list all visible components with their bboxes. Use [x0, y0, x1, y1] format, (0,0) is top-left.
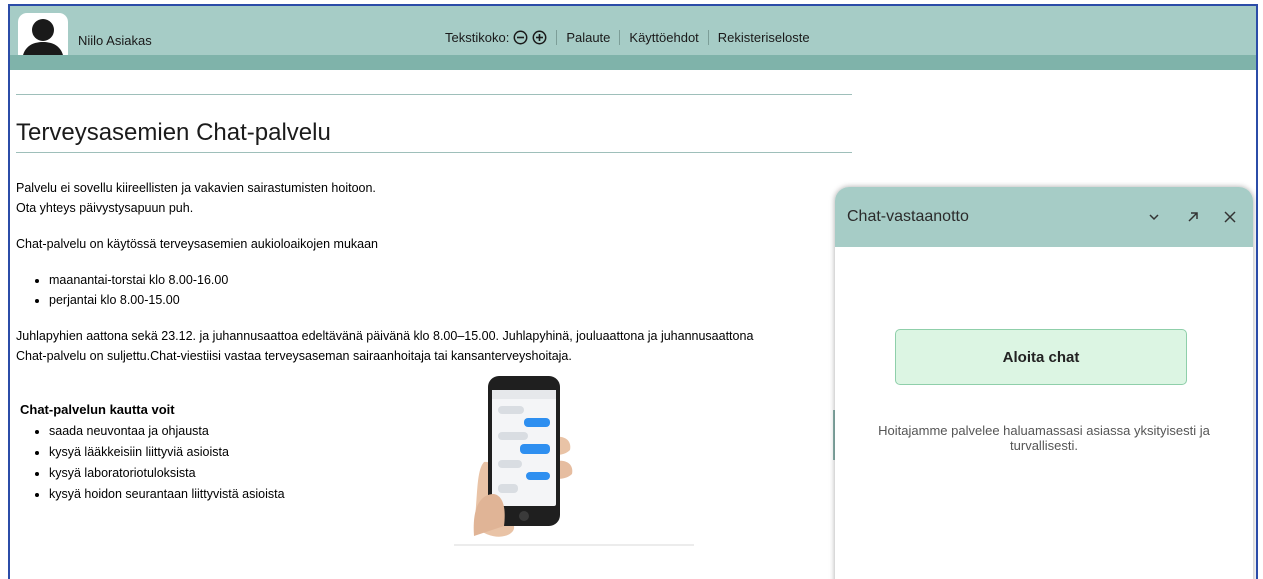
- title-underline: [16, 152, 852, 153]
- increase-text-size-icon[interactable]: [532, 30, 547, 45]
- list-item: saada neuvontaa ja ohjausta: [49, 421, 285, 442]
- main-content: Terveysasemien Chat-palvelu Palvelu ei s…: [16, 94, 852, 546]
- divider: [619, 30, 621, 45]
- chat-panel: Chat-vastaanotto Aloita chat Hoitajamme …: [835, 187, 1253, 579]
- holiday-text-line-2: Chat-palvelu on suljettu.Chat-viestiisi …: [16, 349, 572, 363]
- start-chat-button[interactable]: Aloita chat: [895, 329, 1187, 385]
- chat-title: Chat-vastaanotto: [847, 208, 969, 225]
- decrease-text-size-icon[interactable]: [513, 30, 528, 45]
- intro-line-1: Palvelu ei sovellu kiireellisten ja vaka…: [16, 181, 376, 195]
- expand-arrow-icon[interactable]: [1185, 209, 1201, 225]
- divider: [707, 30, 709, 45]
- list-item: kysyä lääkkeisiin liittyviä asioista: [49, 442, 285, 463]
- chat-header: Chat-vastaanotto: [835, 187, 1253, 247]
- actions-list: saada neuvontaa ja ohjausta kysyä lääkke…: [33, 421, 285, 505]
- top-divider: [16, 94, 852, 95]
- intro-line-2: Ota yhteys päivystysapuun puh.: [16, 201, 194, 215]
- minimize-chevron-icon[interactable]: [1146, 209, 1162, 225]
- close-icon[interactable]: [1222, 209, 1238, 225]
- top-links: Tekstikoko: Palaute Käyttöehdot Rekister…: [445, 30, 810, 45]
- list-item: kysyä laboratoriotuloksista: [49, 463, 285, 484]
- app-frame: Niilo Asiakas Tekstikoko: Palaute Käyttö…: [8, 4, 1258, 579]
- list-item: perjantai klo 8.00-15.00: [49, 290, 228, 310]
- actions-heading: Chat-palvelun kautta voit: [20, 402, 175, 417]
- availability-text: Chat-palvelu on käytössä terveysasemien …: [16, 237, 379, 251]
- top-bar: Niilo Asiakas Tekstikoko: Palaute Käyttö…: [10, 6, 1256, 63]
- link-privacy[interactable]: Rekisteriseloste: [718, 30, 810, 45]
- list-item: kysyä hoidon seurantaan liittyvistä asio…: [49, 484, 285, 505]
- page-title: Terveysasemien Chat-palvelu: [16, 119, 331, 146]
- chat-description: Hoitajamme palvelee haluamassasi asiassa…: [878, 423, 1210, 453]
- link-terms[interactable]: Käyttöehdot: [629, 30, 698, 45]
- text-size-label: Tekstikoko:: [445, 30, 510, 45]
- opening-hours-list: maanantai-torstai klo 8.00-16.00 perjant…: [33, 270, 228, 310]
- phone-illustration: [454, 376, 694, 546]
- header-strip: [10, 55, 1256, 70]
- user-name: Niilo Asiakas: [78, 33, 152, 48]
- holiday-text-line-1: Juhlapyhien aattona sekä 23.12. ja juhan…: [16, 329, 754, 343]
- link-feedback[interactable]: Palaute: [566, 30, 610, 45]
- list-item: maanantai-torstai klo 8.00-16.00: [49, 270, 228, 290]
- divider: [556, 30, 558, 45]
